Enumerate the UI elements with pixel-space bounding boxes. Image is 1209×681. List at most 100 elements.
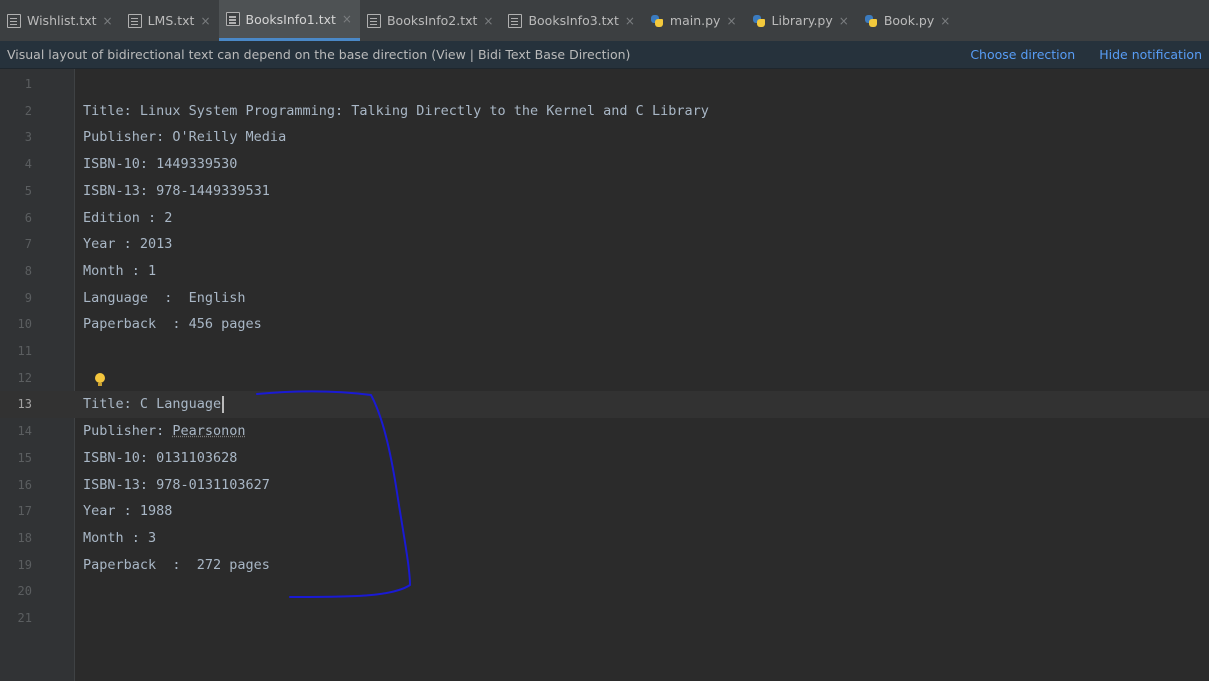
editor-line[interactable]: 9 Language : English [0,285,1209,312]
text-file-icon [127,13,142,28]
editor-tab-bar: Wishlist.txt × LMS.txt × BooksInfo1.txt … [0,0,1209,41]
line-number: 18 [17,530,32,545]
editor-line[interactable]: 15 ISBN-10: 0131103628 [0,445,1209,472]
editor-line[interactable]: 1 [0,71,1209,98]
tab-booksinfo3-txt[interactable]: BooksInfo3.txt × [501,0,642,41]
tab-booksinfo1-txt[interactable]: BooksInfo1.txt × [218,0,360,41]
line-number: 16 [17,477,32,492]
bidi-notification-bar: Visual layout of bidirectional text can … [0,41,1209,69]
tab-label: BooksInfo3.txt [528,13,619,28]
line-text: Year : 1988 [83,503,173,520]
python-file-icon [752,14,766,28]
text-editor[interactable]: 1 2 Title: Linux System Programming: Tal… [0,69,1209,681]
editor-line[interactable]: 12 [0,365,1209,392]
line-text: Publisher: O'Reilly Media [83,129,287,146]
tab-book-py[interactable]: Book.py × [857,0,958,41]
close-icon[interactable]: × [483,14,493,28]
line-text-content: Title: C Language [83,396,222,413]
line-text: ISBN-13: 978-1449339531 [83,182,270,199]
line-number: 21 [17,611,32,625]
line-number: 8 [24,263,32,278]
intention-bulb-icon[interactable] [95,373,105,386]
editor-line[interactable]: 19 Paperback : 272 pages [0,552,1209,579]
line-text-prefix: Publisher: [83,423,173,440]
line-text: Publisher: Pearsonon [83,418,246,445]
editor-line[interactable]: 7 Year : 2013 [0,231,1209,258]
tab-lms-txt[interactable]: LMS.txt × [121,0,219,41]
tab-wishlist-txt[interactable]: Wishlist.txt × [0,0,121,41]
editor-line[interactable]: 21 [0,605,1209,632]
line-number: 20 [17,584,32,599]
notification-message: Visual layout of bidirectional text can … [7,47,631,62]
tab-label: Wishlist.txt [27,13,97,28]
editor-line[interactable]: 11 [0,338,1209,365]
line-number: 1 [24,77,32,91]
editor-line[interactable]: 8 Month : 1 [0,258,1209,285]
spelling-typo-word[interactable]: Pearsonon [172,423,245,439]
line-number: 14 [17,424,32,439]
tab-label: main.py [669,13,721,28]
line-text: Year : 2013 [83,236,173,253]
line-text: Title: C Language [83,391,224,418]
line-number: 5 [24,183,32,198]
editor-line[interactable]: 3 Publisher: O'Reilly Media [0,124,1209,151]
close-icon[interactable]: × [103,14,113,28]
tab-label: Book.py [883,13,935,28]
line-number: 19 [17,557,32,572]
line-number: 11 [17,344,32,358]
line-text: Language : English [83,289,246,306]
editor-line[interactable]: 10 Paperback : 456 pages [0,311,1209,338]
line-text: ISBN-13: 978-0131103627 [83,476,270,493]
line-number: 6 [24,210,32,225]
line-text: Month : 3 [83,529,157,546]
line-number: 7 [24,237,32,252]
text-caret [222,395,224,413]
text-file-icon [366,13,381,28]
close-icon[interactable]: × [839,14,849,28]
line-number: 13 [17,397,32,412]
line-text: ISBN-10: 1449339530 [83,156,238,173]
line-text: ISBN-10: 0131103628 [83,449,238,466]
close-icon[interactable]: × [200,14,210,28]
line-text: Edition : 2 [83,209,173,226]
editor-line[interactable]: 6 Edition : 2 [0,205,1209,232]
line-number: 4 [24,157,32,172]
editor-line[interactable]: 5 ISBN-13: 978-1449339531 [0,178,1209,205]
tab-library-py[interactable]: Library.py × [745,0,857,41]
python-file-icon [650,14,664,28]
editor-line[interactable]: 17 Year : 1988 [0,498,1209,525]
line-number: 3 [24,130,32,145]
text-file-icon [508,13,523,28]
line-number: 10 [17,317,32,332]
editor-line[interactable]: 14 Publisher: Pearsonon [0,418,1209,445]
current-editor-line[interactable]: 13 Title: C Language [0,391,1209,419]
tab-label: BooksInfo1.txt [245,11,336,27]
close-icon[interactable]: × [625,14,635,28]
line-text: Month : 1 [83,262,157,279]
tab-main-py[interactable]: main.py × [643,0,745,41]
tab-label: LMS.txt [147,13,195,28]
editor-line[interactable]: 2 Title: Linux System Programming: Talki… [0,98,1209,125]
line-text: Paperback : 456 pages [83,316,262,333]
choose-direction-link[interactable]: Choose direction [970,47,1075,62]
line-number: 15 [17,450,32,465]
tab-label: BooksInfo2.txt [386,13,478,28]
text-file-icon [7,13,21,28]
line-number: 9 [24,290,32,305]
line-number: 17 [17,504,32,519]
editor-line[interactable]: 16 ISBN-13: 978-0131103627 [0,472,1209,499]
python-file-icon [864,14,878,28]
hide-notification-link[interactable]: Hide notification [1099,47,1202,62]
close-icon[interactable]: × [342,12,352,26]
line-number: 2 [24,103,32,118]
editor-line[interactable]: 20 [0,578,1209,605]
editor-line[interactable]: 4 ISBN-10: 1449339530 [0,151,1209,178]
tab-booksinfo2-txt[interactable]: BooksInfo2.txt × [360,0,501,41]
line-text: Title: Linux System Programming: Talking… [83,102,709,119]
close-icon[interactable]: × [726,14,736,28]
line-text: Paperback : 272 pages [83,556,270,573]
text-file-icon [225,12,240,26]
editor-line[interactable]: 18 Month : 3 [0,525,1209,552]
close-icon[interactable]: × [940,14,950,28]
line-number: 12 [17,370,32,385]
